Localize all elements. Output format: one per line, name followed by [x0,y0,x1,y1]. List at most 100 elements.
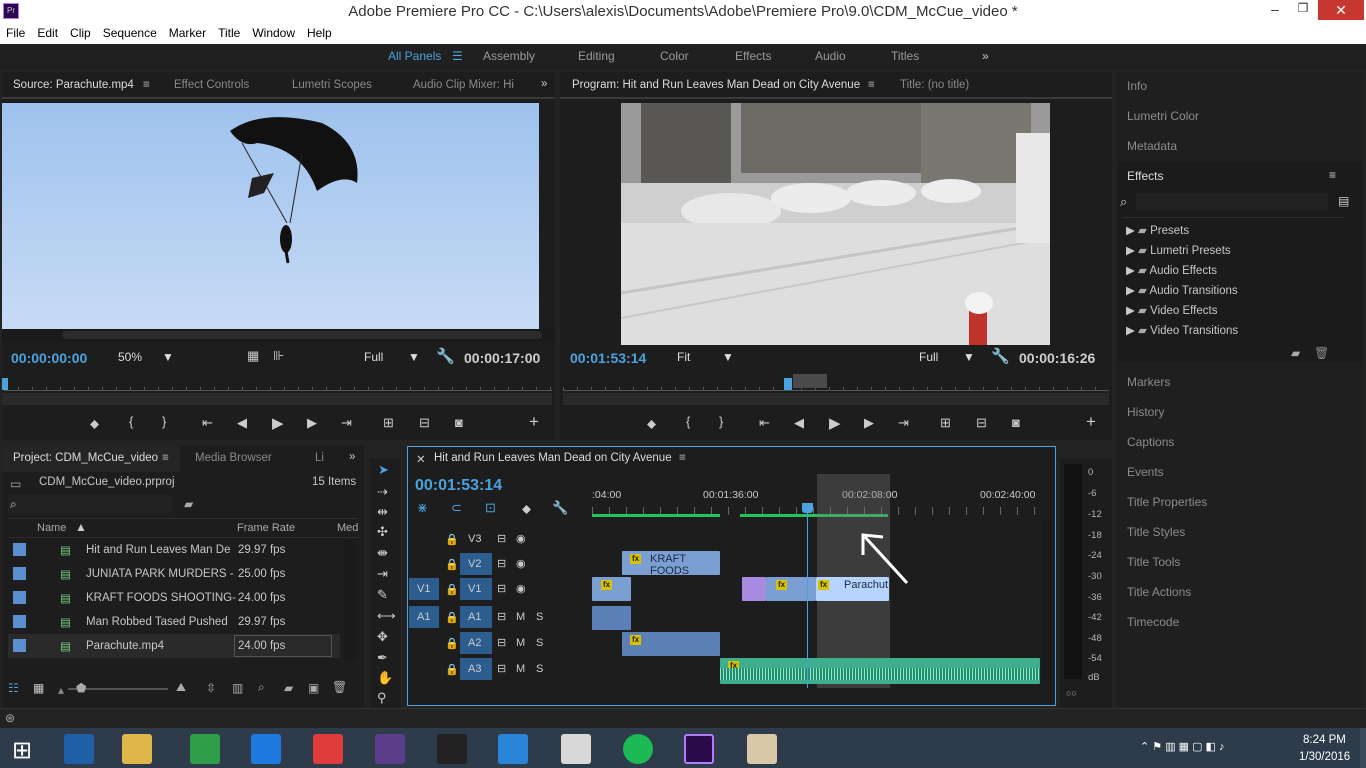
show-desktop-button[interactable] [1360,728,1366,768]
source-quality-chevron-icon[interactable]: ▼ [408,350,420,364]
lock-icon[interactable]: 🔒 [445,558,459,571]
project-row-selected[interactable]: ▤ Parachute.mp4 24.00 fps [8,634,340,658]
workspace-overflow-icon[interactable]: » [982,49,989,63]
source-tabs-overflow-icon[interactable]: » [541,78,547,90]
tab-media-browser[interactable]: Media Browser [195,452,272,464]
pen-nib-tool-icon[interactable]: ✒ [377,650,388,666]
column-header-name[interactable]: Name [37,522,66,534]
puzzle-app-icon[interactable] [375,734,405,764]
clip-v1-transition[interactable] [742,577,766,601]
lift-icon[interactable]: ⊞ [940,415,951,431]
effects-audio-effects[interactable]: ▶ ▰ Audio Effects [1126,263,1217,277]
solo-button[interactable]: S [536,663,543,675]
column-header-frame-rate[interactable]: Frame Rate [237,522,295,534]
effects-lumetri-presets[interactable]: ▶ ▰ Lumetri Presets [1126,243,1231,257]
ripple-edit-tool-icon[interactable]: ⇹ [377,504,388,520]
lock-icon[interactable]: 🔒 [445,533,459,546]
track-select-tool-icon[interactable]: ⇢ [377,484,388,500]
new-bin-folder-icon[interactable]: ▰ [1291,346,1300,360]
tab-program[interactable]: Program: Hit and Run Leaves Man Dead on … [572,79,860,91]
extract-icon[interactable]: ⊟ [976,415,987,431]
workspace-color[interactable]: Color [660,49,689,63]
panel-title-actions[interactable]: Title Actions [1127,585,1191,599]
tab-effect-controls[interactable]: Effect Controls [174,79,249,91]
source-quality-select[interactable]: Full [364,350,383,364]
column-header-media[interactable]: Med [337,522,358,534]
track-header-v3[interactable]: 🔒 V3 ⊟ ◉ [409,528,591,550]
razor-tool-icon[interactable]: ⇥ [377,566,388,582]
program-mark-in-icon[interactable]: { [686,414,690,429]
dropbox-icon[interactable] [251,734,281,764]
track-header-v1[interactable]: V1 🔒 V1 ⊟ ◉ [409,578,591,600]
lock-icon[interactable]: 🔒 [445,583,459,596]
program-add-marker-icon[interactable]: ⬥ [647,416,656,432]
audio-clip-a2[interactable]: fx [622,632,720,656]
program-zoom-bar[interactable] [563,393,1109,405]
program-quality-chevron-icon[interactable]: ▼ [963,350,975,364]
workspace-assembly[interactable]: Assembly [483,49,535,63]
program-go-to-in-icon[interactable]: ⇤ [759,415,770,431]
panel-lumetri-color[interactable]: Lumetri Color [1127,109,1199,123]
mute-button[interactable]: M [516,637,525,649]
project-scrollbar[interactable] [344,540,356,660]
panel-metadata[interactable]: Metadata [1127,139,1177,153]
program-quality-select[interactable]: Full [919,350,938,364]
pen-tool-icon[interactable]: ✥ [377,629,388,645]
windows-start-icon[interactable]: ⊞ [12,736,32,765]
safe-margins-icon[interactable]: ▦ [247,348,259,364]
program-zoom-chevron-icon[interactable]: ▼ [722,350,734,364]
effects-presets[interactable]: ▶ ▰ Presets [1126,223,1189,237]
rate-stretch-tool-icon[interactable]: ⇼ [377,545,388,561]
program-go-to-out-icon[interactable]: ⇥ [898,415,909,431]
zoom-large-icon[interactable]: ⛰ [176,680,186,695]
minimize-button[interactable]: – [1262,1,1288,19]
eye-icon[interactable]: ◉ [516,532,526,545]
drag-video-icon[interactable]: ⊪ [273,348,284,364]
clear-trash-icon[interactable]: 🗑 [332,680,347,694]
timeline-settings-wrench-icon[interactable]: 🔧 [552,500,568,516]
zoom-small-icon[interactable]: ▴ [58,683,64,697]
add-marker-icon[interactable]: ⬥ [90,416,99,432]
effects-menu-icon[interactable]: ≡ [1329,168,1336,182]
menu-help[interactable]: Help [301,22,338,40]
timeline-marker-icon[interactable]: ⬥ [522,501,531,517]
tab-source[interactable]: Source: Parachute.mp4 [13,79,134,91]
selection-tool-icon[interactable]: ➤ [378,462,389,478]
timeline-playhead-handle[interactable] [802,503,813,513]
label-color-swatch[interactable] [13,543,26,556]
menu-marker[interactable]: Marker [163,22,212,40]
panel-title-tools[interactable]: Title Tools [1127,555,1180,569]
internet-explorer-icon[interactable] [64,734,94,764]
sync-lock-icon[interactable]: ⊟ [497,557,506,570]
onedrive-icon[interactable] [498,734,528,764]
sync-lock-icon[interactable]: ⊟ [497,610,506,623]
project-row[interactable]: ▤ Hit and Run Leaves Man De 29.97 fps [8,538,340,562]
snap-icon[interactable]: ⋇ [417,500,428,516]
program-settings-wrench-icon[interactable]: 🔧 [991,347,1010,365]
mark-out-icon[interactable]: } [162,414,166,429]
label-color-swatch[interactable] [13,615,26,628]
source-zoom-bar[interactable] [2,393,552,405]
program-tab-menu-icon[interactable]: ≡ [868,79,875,91]
audio-clip-a3[interactable]: fx [720,658,1040,684]
amazon-icon[interactable] [437,734,467,764]
program-step-forward-icon[interactable]: ▶ [864,415,874,431]
tab-libraries[interactable]: Li [315,452,324,464]
mute-button[interactable]: M [516,663,525,675]
panel-captions[interactable]: Captions [1127,435,1174,449]
eye-icon[interactable]: ◉ [516,582,526,595]
step-back-icon[interactable]: ◀ [237,415,247,431]
track-header-a2[interactable]: 🔒 A2 ⊟ M S [409,632,591,654]
label-color-swatch[interactable] [13,591,26,604]
source-tab-menu-icon[interactable]: ≡ [143,79,150,91]
effects-video-effects[interactable]: ▶ ▰ Video Effects [1126,303,1217,317]
workspace-audio[interactable]: Audio [815,49,846,63]
timeline-menu-icon[interactable]: ≡ [679,452,686,464]
find-icon[interactable]: ⌕ [258,680,265,695]
slip-tool-icon[interactable]: ✎ [377,587,388,603]
workspace-editing[interactable]: Editing [578,49,615,63]
source-settings-wrench-icon[interactable]: 🔧 [436,347,455,365]
project-search-input[interactable] [8,495,172,513]
close-button[interactable]: ✕ [1318,0,1364,20]
menu-window[interactable]: Window [246,22,301,40]
